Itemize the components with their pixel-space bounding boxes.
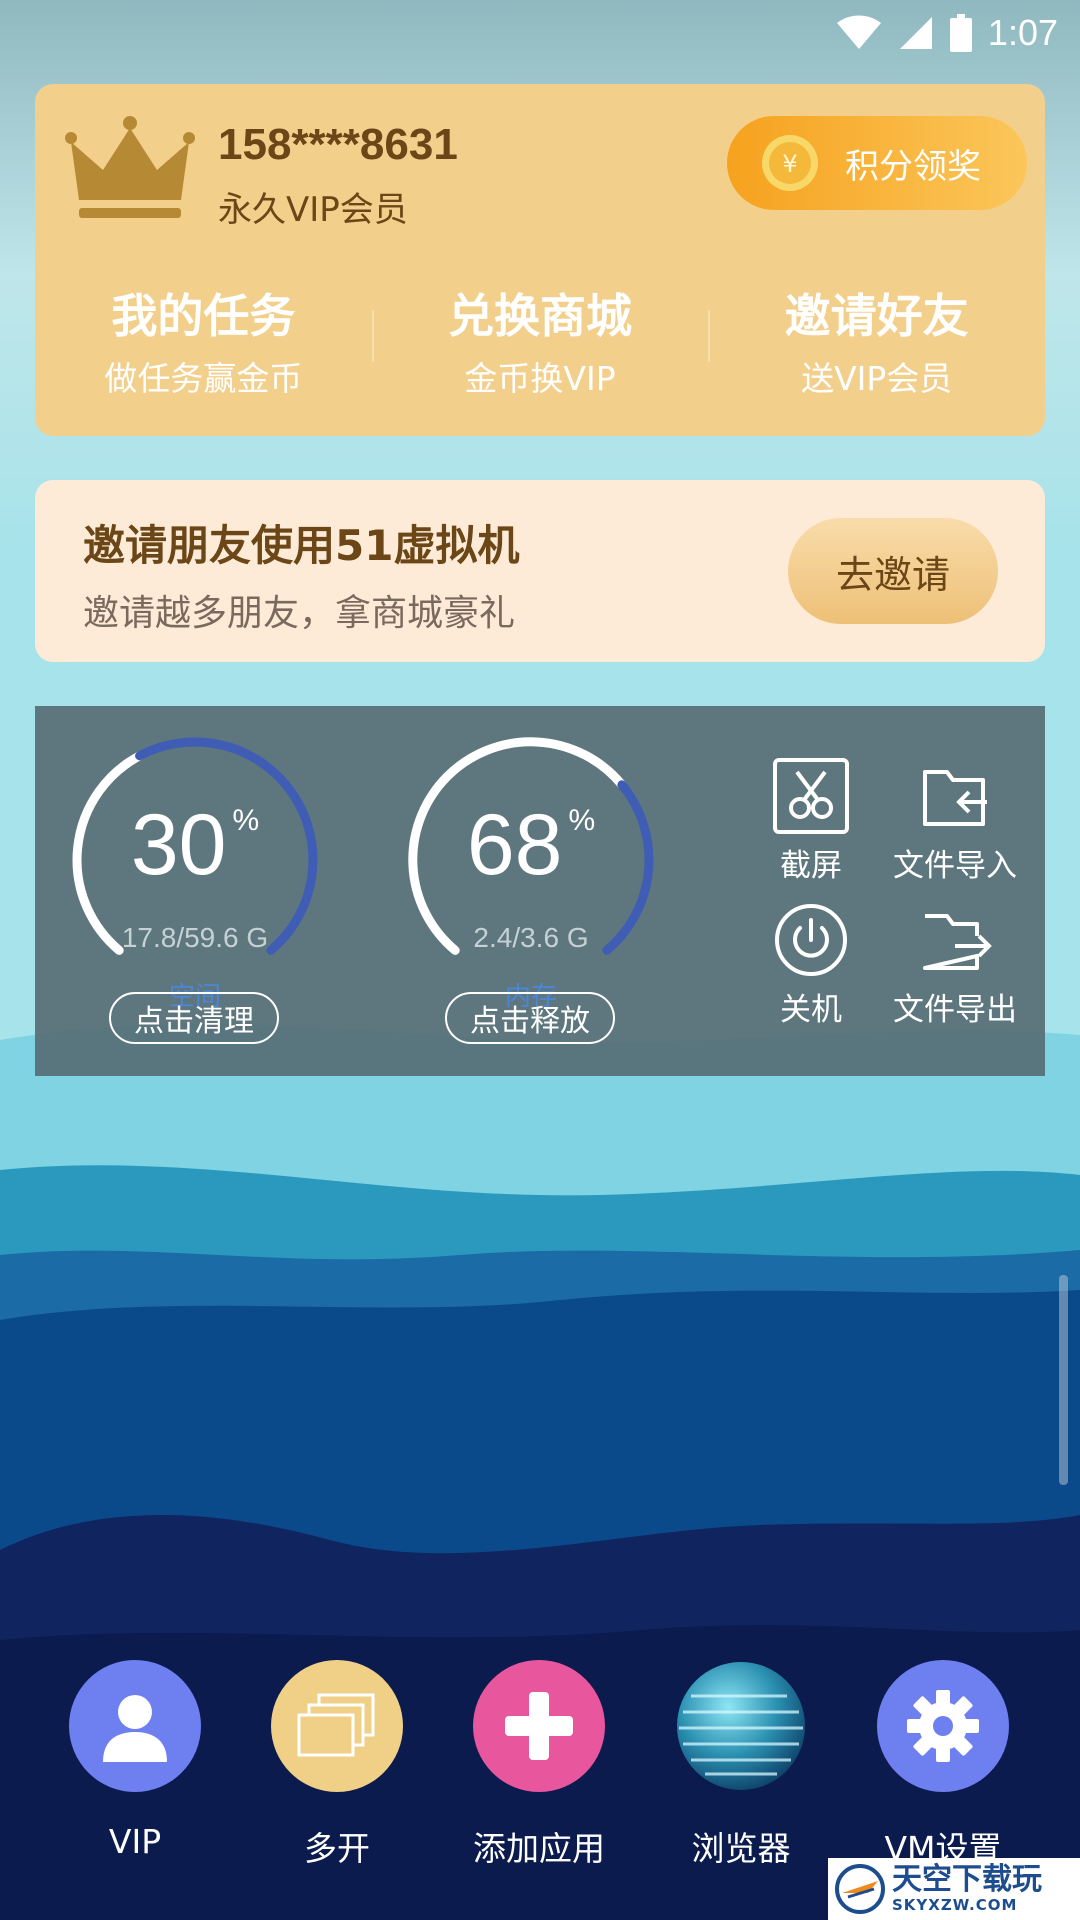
dock-vm-settings[interactable]: VM设置 [853,1660,1033,1870]
dock-label: 添加应用 [473,1829,605,1868]
release-memory-button[interactable]: 点击释放 [445,992,615,1044]
memory-detail: 2.4/3.6 G [473,922,589,953]
folder-import-icon [923,770,987,826]
dock-label: VIP [108,1822,162,1861]
cell-signal-icon [899,17,932,49]
status-time: 1:07 [987,12,1058,53]
quick-item-subtitle: 金币换VIP [464,359,616,398]
vip-level: 永久VIP会员 [218,190,408,230]
watermark-logo: 天空下载玩 SKYXZW.COM [828,1858,1080,1920]
storage-detail: 17.8/59.6 G [121,922,269,953]
scissors-icon [773,758,849,834]
file-import-tool[interactable]: 文件导入 [880,758,1030,885]
wifi-icon [836,15,881,49]
crown-icon [65,116,195,218]
gear-icon [907,1690,979,1762]
invite-friends-item[interactable]: 邀请好友 送VIP会员 [708,280,1045,400]
svg-text:¥: ¥ [782,150,797,178]
invite-subtitle: 邀请越多朋友，拿商城豪礼 [83,593,516,634]
screenshot-tool[interactable]: 截屏 [736,758,886,885]
quick-item-title: 我的任务 [111,289,296,343]
quick-actions: 我的任务 做任务赢金币 兑换商城 金币换VIP 邀请好友 送VIP会员 [35,280,1045,400]
invite-banner: 邀请朋友使用51虚拟机 邀请越多朋友，拿商城豪礼 去邀请 [35,480,1045,662]
watermark-sub-text: SKYXZW.COM [892,1896,1018,1914]
user-icon [103,1695,167,1762]
watermark-plane-icon [835,1864,885,1914]
dock-browser[interactable]: 浏览器 [651,1660,831,1870]
points-reward-button[interactable]: ¥ 积分领奖 [727,116,1027,210]
exchange-store-item[interactable]: 兑换商城 金币换VIP [371,280,709,400]
app-dock: VIP 多开 添加应用 浏览器 VM设置 [0,1660,1080,1870]
quick-item-title: 邀请好友 [784,289,969,343]
dock-multi-open[interactable]: 多开 [247,1660,427,1870]
scrollbar[interactable] [1059,1275,1068,1485]
tool-label: 截屏 [780,848,842,884]
storage-gauge: 30% 17.8/59.6 G 空间 [65,732,325,1012]
clean-storage-button[interactable]: 点击清理 [109,992,279,1044]
folder-export-icon [923,914,992,970]
dock-vip[interactable]: VIP [45,1660,225,1861]
dock-icon-bg [877,1660,1009,1792]
windows-stack-icon [297,1693,375,1757]
storage-percent: 30% [130,797,260,893]
shutdown-tool[interactable]: 关机 [736,902,886,1029]
dock-add-app[interactable]: 添加应用 [449,1660,629,1870]
quick-item-subtitle: 送VIP会员 [801,359,953,398]
plus-icon [505,1692,573,1760]
dock-label: 多开 [304,1829,370,1868]
user-phone: 158****8631 [218,120,458,169]
quick-item-title: 兑换商城 [448,289,632,343]
dock-icon-bg [675,1660,807,1792]
dock-icon-bg [69,1660,201,1792]
my-tasks-item[interactable]: 我的任务 做任务赢金币 [35,280,372,400]
battery-icon [949,14,972,52]
tools-panel: 30% 17.8/59.6 G 空间 点击清理 68% 2.4/3.6 G 内存… [35,706,1045,1076]
memory-gauge: 68% 2.4/3.6 G 内存 [401,732,661,1012]
dock-label: 浏览器 [691,1829,791,1868]
watermark-main-text: 天空下载玩 [892,1862,1042,1897]
dock-icon-bg [473,1660,605,1792]
tool-label: 文件导出 [893,992,1017,1028]
dock-icon-bg [271,1660,403,1792]
globe-icon [677,1662,805,1790]
tool-label: 文件导入 [893,848,1017,884]
coin-icon: ¥ [762,135,818,191]
power-icon [775,904,847,976]
vip-card: 158****8631 永久VIP会员 ¥ 积分领奖 我的任务 做任务赢金币 兑… [35,84,1045,436]
quick-item-subtitle: 做任务赢金币 [104,359,303,398]
points-reward-label: 积分领奖 [845,146,981,187]
tool-label: 关机 [780,992,842,1028]
status-bar: 1:07 [0,0,1080,66]
file-export-tool[interactable]: 文件导出 [880,902,1030,1029]
invite-title: 邀请朋友使用51虚拟机 [83,521,520,570]
go-invite-button[interactable]: 去邀请 [788,518,998,624]
memory-percent: 68% [466,797,596,893]
